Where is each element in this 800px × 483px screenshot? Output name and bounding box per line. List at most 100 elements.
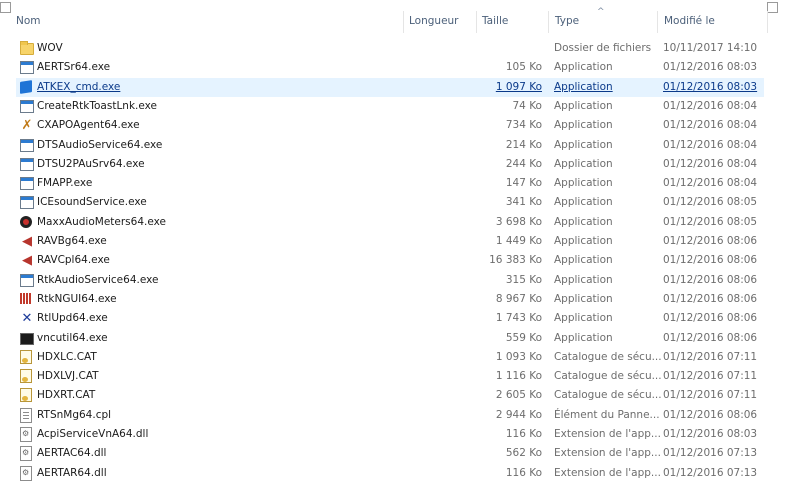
file-size: 1 093 Ko [495, 350, 542, 363]
file-name: DTSU2PAuSrv64.exe [37, 157, 145, 170]
file-modified-date: 01/12/2016 08:04 [663, 177, 758, 190]
file-size: 1 116 Ko [495, 370, 542, 383]
certificate-icon [20, 349, 32, 364]
file-size: 3 698 Ko [495, 215, 542, 228]
file-row[interactable]: HDXLVJ.CAT 1 116 Ko Catalogue de sécu... 01… [16, 367, 764, 386]
file-row[interactable]: HDXRT.CAT 2 605 Ko Catalogue de sécu... 01/… [16, 386, 764, 405]
file-type: Extension de l'app... [554, 466, 661, 479]
file-modified-date: 01/12/2016 07:13 [663, 447, 758, 460]
file-type: Catalogue de sécu... [554, 370, 662, 383]
file-modified-date: 01/12/2016 07:11 [663, 350, 758, 363]
file-row[interactable]: HDXLC.CAT 1 093 Ko Catalogue de sécu... 01/… [16, 348, 764, 367]
file-size: 1 097 Ko [495, 80, 542, 93]
file-size: 1 743 Ko [495, 312, 542, 325]
file-modified-date: 01/12/2016 08:06 [663, 235, 758, 247]
file-type: Application [554, 196, 613, 209]
column-divider[interactable] [476, 11, 477, 33]
file-row[interactable]: vncutil64.exe 559 Ko Application 01/12/2016… [16, 329, 764, 348]
file-name: WOV [37, 42, 63, 54]
file-row[interactable]: RtkNGUI64.exe 8 967 Ko Application 01/12/20… [16, 290, 764, 309]
speaker-icon: ◀ [22, 253, 32, 269]
file-row[interactable]: AERTAR64.dll 116 Ko Extension de l'app...0… [16, 464, 764, 483]
file-type: Application [554, 99, 613, 112]
file-size: 214 Ko [505, 138, 542, 151]
file-row[interactable]: ◀ RAVBg64.exe 1 449 Ko Application 01/12/201… [16, 232, 764, 251]
application-icon [20, 196, 34, 210]
file-type: Application [554, 273, 613, 286]
column-header-size[interactable]: Taille [482, 8, 508, 34]
file-row[interactable]: RtkAudioService64.exe 315 Ko Application 01… [16, 271, 764, 290]
file-name: HDXLVJ.CAT [37, 370, 99, 383]
file-row[interactable]: ✗ CXAPOAgent64.exe 734 Ko Application 01/12/… [16, 116, 764, 135]
file-name: ICEsoundService.exe [37, 196, 147, 209]
file-size: 16 383 Ko [489, 254, 542, 267]
file-row[interactable]: FMAPP.exe 147 Ko Application 01/12/2016 08:… [16, 174, 764, 193]
application-icon [20, 273, 34, 287]
file-type: Application [554, 80, 613, 93]
audio-bars-icon [20, 292, 32, 304]
file-modified-date: 01/12/2016 08:04 [663, 119, 758, 132]
file-row[interactable]: AERTAC64.dll 562 Ko Extension de l'app...0… [16, 444, 764, 463]
file-size: 2 605 Ko [495, 389, 542, 402]
application-icon [20, 157, 34, 171]
file-row[interactable]: ✕ RtlUpd64.exe 1 743 Ko Application 01/12/20… [16, 309, 764, 328]
file-type: Catalogue de sécu... [554, 389, 662, 402]
gauge-icon [20, 215, 32, 228]
column-header-length[interactable]: Longueur [409, 8, 459, 34]
column-divider[interactable] [548, 11, 549, 33]
file-modified-date: 01/12/2016 08:03 [663, 428, 758, 440]
certificate-icon [20, 369, 32, 384]
file-size: 341 Ko [505, 196, 542, 209]
column-divider[interactable] [657, 11, 658, 33]
file-type: Application [554, 331, 613, 344]
file-row[interactable]: MaxxAudioMeters64.exe 3 698 Ko Application… [16, 213, 764, 232]
file-type: Application [554, 138, 613, 151]
file-size: 2 944 Ko [495, 408, 542, 421]
file-name: HDXLC.CAT [37, 350, 97, 363]
file-name: RAVCpl64.exe [37, 254, 110, 267]
file-size: 559 Ko [505, 331, 542, 344]
file-row[interactable]: DTSAudioService64.exe 214 Ko Application 01… [16, 136, 764, 155]
file-name: RtkNGUI64.exe [37, 292, 117, 305]
dll-icon [20, 427, 32, 442]
file-name: FMAPP.exe [37, 177, 93, 190]
document-icon [20, 407, 32, 423]
file-name: MaxxAudioMeters64.exe [37, 215, 166, 228]
file-size: 244 Ko [505, 157, 542, 170]
file-row[interactable]: ICEsoundService.exe 341 Ko Application 01/1… [16, 193, 764, 212]
file-row[interactable]: CreateRtkToastLnk.exe 74 Ko Application 01/… [16, 97, 764, 116]
file-type: Extension de l'app... [554, 428, 661, 440]
tools-icon: ✗ [21, 118, 33, 134]
column-header-type[interactable]: Type [555, 8, 579, 34]
folder-icon [20, 41, 34, 55]
file-size: 147 Ko [505, 177, 542, 190]
file-name: CreateRtkToastLnk.exe [37, 99, 158, 112]
application-icon [20, 99, 34, 113]
file-name: AERTAR64.dll [37, 466, 107, 479]
file-size: 74 Ko [512, 99, 543, 112]
column-header-name[interactable]: Nom [16, 8, 41, 34]
file-modified-date: 01/12/2016 08:06 [663, 408, 758, 421]
file-modified-date: 01/12/2016 08:06 [663, 254, 758, 267]
file-modified-date: 01/12/2016 08:06 [663, 292, 758, 305]
file-modified-date: 01/12/2016 08:05 [663, 215, 758, 228]
file-row[interactable]: AcpiServiceVnA64.dll 116 Ko Extension de l… [16, 425, 764, 444]
file-type: Application [554, 157, 613, 170]
file-name: ATKEX_cmd.exe [37, 80, 121, 93]
file-type: Catalogue de sécu... [554, 350, 662, 363]
file-name: AERTAC64.dll [37, 447, 107, 460]
dll-icon [20, 446, 32, 462]
file-name: RtkAudioService64.exe [37, 273, 159, 286]
blue-cube-icon [20, 79, 32, 94]
file-row[interactable]: AERTSr64.exe 105 Ko Application 01/12/2016 … [16, 58, 764, 77]
file-row[interactable]: RTSnMg64.cpl 2 944 Ko Élément du Panne... 0… [16, 406, 764, 425]
column-divider[interactable] [767, 11, 768, 33]
file-modified-date: 01/12/2016 08:03 [663, 80, 758, 93]
file-row[interactable]: DTSU2PAuSrv64.exe 244 Ko Application 01/12/… [16, 155, 764, 174]
file-row[interactable]: WOV Dossier de fichiers 10/11/2017 14:10 [16, 39, 764, 58]
file-name: DTSAudioService64.exe [37, 138, 163, 151]
column-divider[interactable] [403, 11, 404, 33]
column-header-modified[interactable]: Modifié le [664, 8, 715, 34]
file-row[interactable]: ATKEX_cmd.exe 1 097 Ko Application 01/12/20… [16, 77, 764, 97]
file-row[interactable]: ◀ RAVCpl64.exe 16 383 Ko Application 01/12/2… [16, 251, 764, 270]
